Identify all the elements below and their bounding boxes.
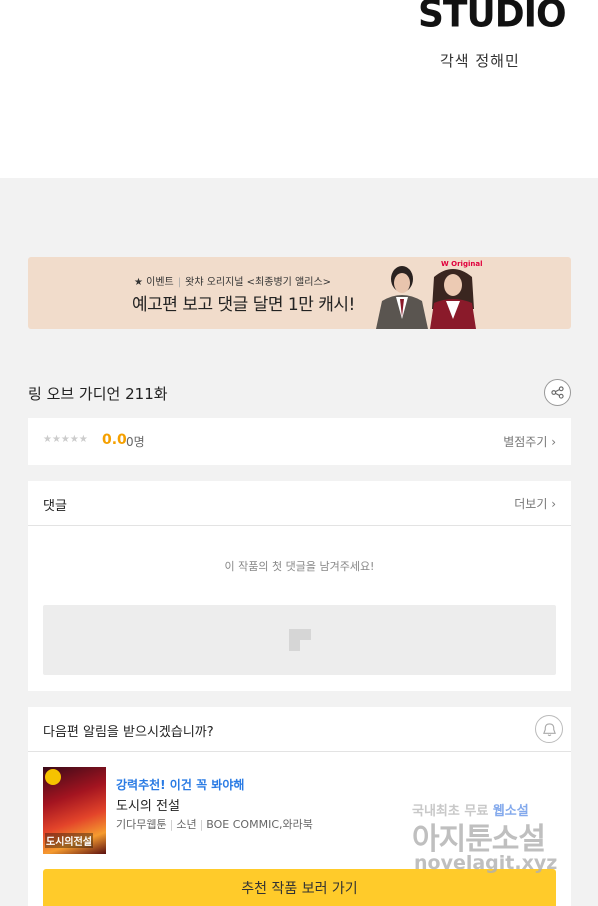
comment-input-placeholder[interactable]: [43, 605, 556, 675]
episode-title: 링 오브 가디언 211화: [28, 385, 168, 403]
notify-bell-button[interactable]: [535, 715, 563, 743]
header-area: STUDIO 각색 정해민: [0, 0, 598, 178]
comment-header: 댓글 더보기 ›: [28, 481, 571, 526]
wait-free-clock-icon: [45, 769, 61, 785]
banner-character-male: [376, 266, 428, 329]
thumbnail-title: 도시의전설: [45, 833, 93, 848]
meta-genre: 소년: [176, 818, 197, 831]
comment-more-link[interactable]: 더보기 ›: [514, 495, 556, 512]
banner-character-female: [430, 269, 476, 329]
comment-empty-message: 이 작품의 첫 댓글을 남겨주세요!: [224, 560, 375, 573]
comment-title: 댓글: [43, 499, 67, 514]
recommended-thumbnail[interactable]: 도시의전설: [43, 767, 106, 854]
banner-event-detail: 왓챠 오리지널 <최종병기 앨리스>: [185, 277, 332, 288]
image-placeholder-icon: [289, 629, 311, 651]
rating-count: 0명: [126, 435, 145, 449]
studio-logo: STUDIO: [418, 0, 567, 37]
bell-icon: [542, 722, 556, 736]
share-button[interactable]: [544, 379, 571, 406]
event-banner[interactable]: ★ 이벤트 | 왓챠 오리지널 <최종병기 앨리스> 예고편 보고 댓글 달면 1만…: [28, 257, 571, 329]
share-icon: [551, 386, 564, 399]
banner-headline: 예고편 보고 댓글 달면 1만 캐시!: [132, 295, 355, 315]
meta-type: 기다무웹툰: [116, 818, 167, 831]
banner-event-line: ★ 이벤트 | 왓챠 오리지널 <최종병기 앨리스>: [134, 277, 332, 288]
adaptation-credit: 각색 정해민: [440, 52, 520, 70]
comment-panel: 댓글 더보기 › 이 작품의 첫 댓글을 남겨주세요!: [28, 481, 571, 691]
notify-header: 다음편 알림을 받으시겠습니까?: [28, 707, 571, 752]
see-recommendations-button[interactable]: 추천 작품 보러 가기: [43, 869, 556, 906]
notify-question: 다음편 알림을 받으시겠습니까?: [43, 725, 214, 740]
rating-score: 0.0: [102, 432, 127, 448]
recommended-meta: 기다무웹툰 | 소년 | BOE COMMIC,와라북: [116, 818, 313, 831]
banner-event-label: ★ 이벤트: [134, 277, 174, 288]
rating-stars: ★★★★★: [43, 434, 88, 445]
recommended-work[interactable]: 도시의전설 강력추천! 이건 꼭 봐야해 도시의 전설 기다무웹툰 | 소년 | BOE…: [43, 767, 556, 855]
meta-author: BOE COMMIC,와라북: [206, 818, 313, 831]
notify-panel: 다음편 알림을 받으시겠습니까? 도시의전설 강력추천! 이건 꼭 봐야해 도시…: [28, 707, 571, 906]
rating-panel: ★★★★★ 0.0 0명 별점주기 ›: [28, 418, 571, 465]
rate-button[interactable]: 별점주기 ›: [503, 433, 556, 450]
recommendation-badge: 강력추천! 이건 꼭 봐야해: [116, 778, 245, 792]
recommended-title[interactable]: 도시의 전설: [116, 795, 180, 814]
